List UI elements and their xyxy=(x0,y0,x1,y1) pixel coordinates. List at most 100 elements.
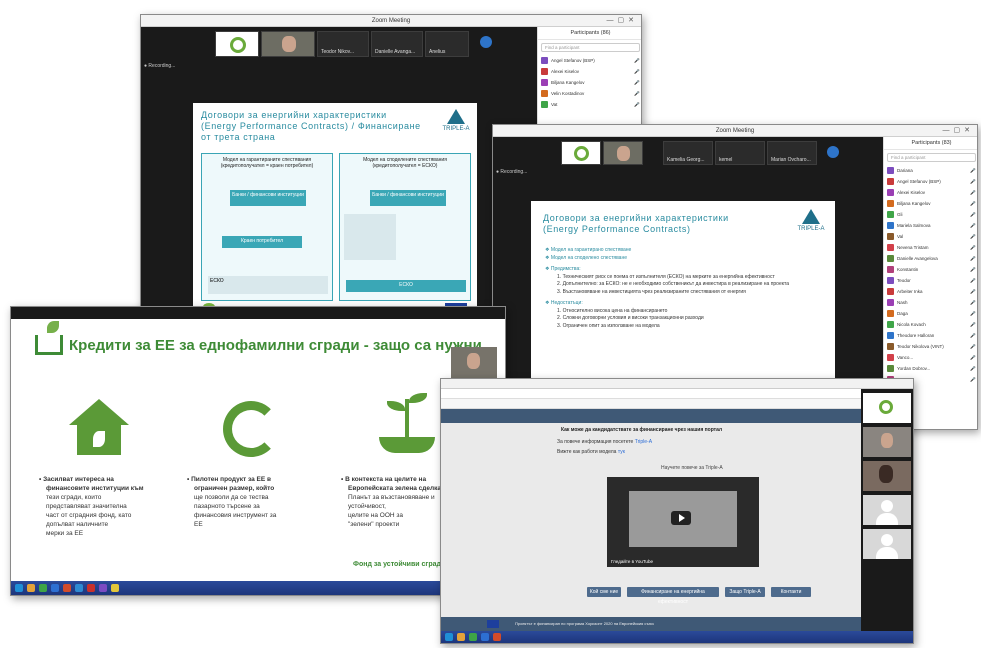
mic-muted-icon[interactable]: 🎤 xyxy=(970,300,976,306)
video-thumb[interactable] xyxy=(215,31,259,57)
avatar xyxy=(887,354,894,361)
mic-muted-icon[interactable]: 🎤 xyxy=(970,344,976,350)
avatar[interactable] xyxy=(863,495,911,525)
participant-row[interactable]: Yordan Dobrov... 🎤 xyxy=(884,363,977,374)
participant-row[interactable]: Gli 🎤 xyxy=(884,209,977,220)
video-thumb[interactable] xyxy=(863,427,911,457)
video-thumb[interactable]: Anelius xyxy=(425,31,469,57)
mic-muted-icon[interactable]: 🎤 xyxy=(970,355,976,361)
participant-row[interactable]: Biljana Kangelov 🎤 xyxy=(538,77,641,88)
zoom-window-3: Кредити за ЕЕ за еднофамилни сгради - за… xyxy=(10,306,506,596)
participant-row[interactable]: Daga 🎤 xyxy=(884,308,977,319)
recording-indicator: ● Recording... xyxy=(144,63,176,69)
app-icon[interactable] xyxy=(87,584,95,592)
word-icon[interactable] xyxy=(481,633,489,641)
mic-muted-icon[interactable]: 🎤 xyxy=(970,311,976,317)
participant-row[interactable]: Nevena Tristam 🎤 xyxy=(884,242,977,253)
video-thumb[interactable]: Danielle Avanga... xyxy=(371,31,423,57)
mic-muted-icon[interactable]: 🎤 xyxy=(970,377,976,383)
video-thumb[interactable]: kemel xyxy=(715,141,765,165)
nav-button[interactable]: Защо Triple-A xyxy=(725,587,765,597)
mic-muted-icon[interactable]: 🎤 xyxy=(970,333,976,339)
app-icon[interactable] xyxy=(99,584,107,592)
mic-muted-icon[interactable]: 🎤 xyxy=(970,366,976,372)
zoom-icon[interactable] xyxy=(75,584,83,592)
word-icon[interactable] xyxy=(51,584,59,592)
participant-row[interactable]: Velin Kostadinov 🎤 xyxy=(538,88,641,99)
play-icon[interactable] xyxy=(671,511,691,525)
avatar[interactable] xyxy=(863,529,911,559)
video-thumb[interactable] xyxy=(863,393,911,423)
participant-row[interactable]: Danielle Avangelova 🎤 xyxy=(884,253,977,264)
avatar xyxy=(887,255,894,262)
person-face-icon xyxy=(617,146,630,161)
participant-name: Nash xyxy=(897,300,908,305)
info-link[interactable]: За повече информация посетете Triple-A xyxy=(557,439,652,445)
folder-icon[interactable] xyxy=(457,633,465,641)
column-1-text: • Засилват интереса на финансовите инсти… xyxy=(39,476,144,537)
participant-row[interactable]: Val 🎤 xyxy=(884,231,977,242)
participant-row[interactable]: Arbeiter Inka 🎤 xyxy=(884,286,977,297)
participant-row[interactable]: Konstantin 🎤 xyxy=(884,264,977,275)
participant-row[interactable]: Nash 🎤 xyxy=(884,297,977,308)
participant-row[interactable]: Nicola Kovach 🎤 xyxy=(884,319,977,330)
video-thumb[interactable]: Kamelia Georg... xyxy=(663,141,713,165)
participant-row[interactable]: Teodor Nikolova (VINT) 🎤 xyxy=(884,341,977,352)
participant-row[interactable]: Vat 🎤 xyxy=(538,99,641,110)
participant-name: Theodore Halloran xyxy=(897,333,935,338)
participant-row[interactable]: Angel Stefanov (BSP) 🎤 xyxy=(884,176,977,187)
nav-button[interactable]: Контакти xyxy=(771,587,811,597)
mic-muted-icon[interactable]: 🎤 xyxy=(970,190,976,196)
mic-muted-icon[interactable]: 🎤 xyxy=(970,289,976,295)
nav-button[interactable]: Кой сме ние xyxy=(587,587,621,597)
window-controls[interactable]: —▢✕ xyxy=(607,15,638,27)
video-thumb[interactable] xyxy=(863,461,911,491)
participant-row[interactable]: Mariela Salmova 🎤 xyxy=(884,220,977,231)
mic-muted-icon[interactable]: 🎤 xyxy=(970,234,976,240)
green-logo-icon xyxy=(230,37,246,53)
participant-name: Angel Stefanov (BSP) xyxy=(897,179,941,184)
participant-row[interactable]: Theodore Halloran 🎤 xyxy=(884,330,977,341)
participant-row[interactable]: Angel Stefanov (BSP) 🎤 xyxy=(538,55,641,66)
start-icon[interactable] xyxy=(445,633,453,641)
video-player[interactable]: Гледайте в YouTube xyxy=(607,477,759,567)
participant-search-input[interactable]: Find a participant xyxy=(541,43,640,52)
app-icon[interactable] xyxy=(111,584,119,592)
chrome-icon[interactable] xyxy=(39,584,47,592)
video-thumb[interactable] xyxy=(261,31,315,57)
video-thumb[interactable] xyxy=(603,141,643,165)
participant-row[interactable]: Vanco... 🎤 xyxy=(884,352,977,363)
mic-muted-icon[interactable]: 🎤 xyxy=(970,179,976,185)
nav-button[interactable]: Финансиране на енергийна ефективност xyxy=(627,587,719,605)
participant-row[interactable]: Dariana 🎤 xyxy=(884,165,977,176)
mic-muted-icon[interactable]: 🎤 xyxy=(970,267,976,273)
start-icon[interactable] xyxy=(15,584,23,592)
participant-name: Danielle Avangelova xyxy=(897,256,938,261)
participant-row[interactable]: Alexei Kiselov 🎤 xyxy=(884,187,977,198)
collage: Zoom Meeting —▢✕ Teodor Nikov... Daniell… xyxy=(0,0,981,648)
video-thumb[interactable]: Teodor Nikov... xyxy=(317,31,369,57)
mic-muted-icon[interactable]: 🎤 xyxy=(970,322,976,328)
avatar xyxy=(887,200,894,207)
participant-row[interactable]: Biljana Kangelov 🎤 xyxy=(884,198,977,209)
participant-row[interactable]: Alexei Kiselov 🎤 xyxy=(538,66,641,77)
mic-muted-icon[interactable]: 🎤 xyxy=(970,212,976,218)
video-thumb[interactable]: Marian Ovcharo... xyxy=(767,141,817,165)
mic-muted-icon[interactable]: 🎤 xyxy=(970,256,976,262)
mic-muted-icon[interactable]: 🎤 xyxy=(970,168,976,174)
mic-muted-icon[interactable]: 🎤 xyxy=(970,245,976,251)
folder-icon[interactable] xyxy=(27,584,35,592)
chrome-icon[interactable] xyxy=(469,633,477,641)
participant-name: Yordan Dobrov... xyxy=(897,366,931,371)
participant-search-input[interactable]: Find a participant xyxy=(887,153,976,162)
address-bar[interactable] xyxy=(441,389,861,399)
participant-row[interactable]: Teodor 🎤 xyxy=(884,275,977,286)
avatar xyxy=(887,167,894,174)
ppt-icon[interactable] xyxy=(493,633,501,641)
ppt-icon[interactable] xyxy=(63,584,71,592)
mic-muted-icon[interactable]: 🎤 xyxy=(970,201,976,207)
participant-name: Gli xyxy=(897,212,903,217)
video-thumb[interactable] xyxy=(561,141,601,165)
mic-muted-icon[interactable]: 🎤 xyxy=(970,223,976,229)
mic-muted-icon[interactable]: 🎤 xyxy=(970,278,976,284)
